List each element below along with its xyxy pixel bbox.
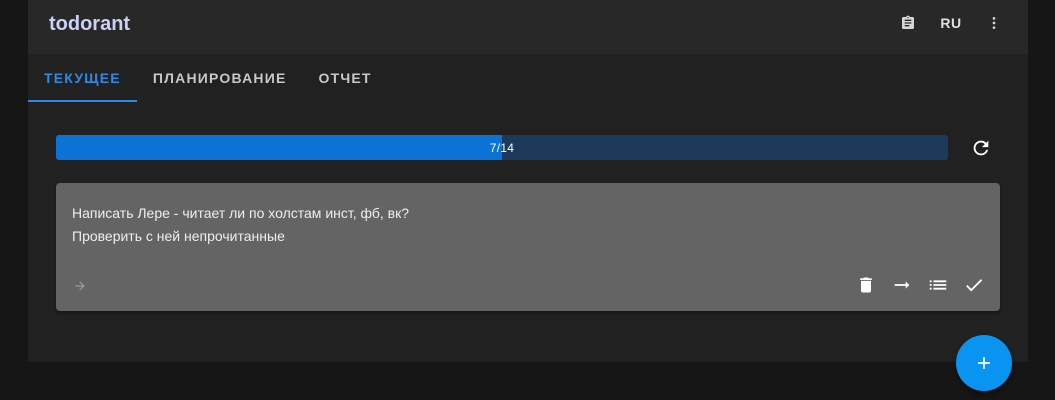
todo-expand-button[interactable] (70, 276, 90, 296)
trash-icon (860, 277, 872, 293)
todo-text-line: Проверить с ней непрочитанные (72, 228, 285, 244)
todo-card: Написать Лере - читает ли по холстам инс… (56, 183, 1000, 311)
more-menu-button[interactable] (976, 8, 1012, 38)
check-icon (966, 279, 983, 292)
tab-planning[interactable]: ПЛАНИРОВАНИЕ (137, 54, 303, 102)
skip-button[interactable] (884, 270, 920, 300)
app-bar-actions: RU (890, 8, 1012, 38)
refresh-button[interactable] (966, 133, 996, 163)
tab-bar: ТЕКУЩЕЕ ПЛАНИРОВАНИЕ ОТЧЕТ (28, 54, 388, 102)
language-button[interactable]: RU (926, 8, 976, 38)
refresh-icon (973, 140, 989, 156)
app-frame: todorant RU ТЕКУЩЕЕ ПЛАНИРОВАНИЕ ОТЧЕТ 7… (28, 0, 1028, 362)
long-arrow-right-icon (894, 281, 910, 289)
todo-actions (848, 270, 992, 300)
app-logo[interactable]: todorant (48, 10, 138, 38)
breakdown-button[interactable] (920, 270, 956, 300)
tab-report[interactable]: ОТЧЕТ (303, 54, 388, 102)
done-button[interactable] (956, 270, 992, 300)
tab-current[interactable]: ТЕКУЩЕЕ (28, 54, 137, 102)
delete-button[interactable] (848, 270, 884, 300)
clipboard-button[interactable] (890, 8, 926, 38)
todo-text-line: Написать Лере - читает ли по холстам инс… (72, 205, 410, 221)
add-todo-button[interactable] (956, 335, 1012, 391)
progress-label: 7/14 (489, 140, 515, 155)
more-vert-icon (992, 17, 996, 29)
app-bar: todorant RU (28, 0, 1028, 54)
todo-text: Написать Лере - читает ли по холстам инс… (72, 202, 984, 248)
list-icon (929, 280, 947, 290)
clipboard-icon (902, 15, 914, 29)
plus-icon (978, 357, 990, 369)
todorant-logo: todorant (49, 13, 130, 35)
arrow-right-icon (75, 281, 85, 291)
progress-bar: 7/14 (56, 135, 948, 160)
svg-text:todorant: todorant (49, 13, 130, 35)
